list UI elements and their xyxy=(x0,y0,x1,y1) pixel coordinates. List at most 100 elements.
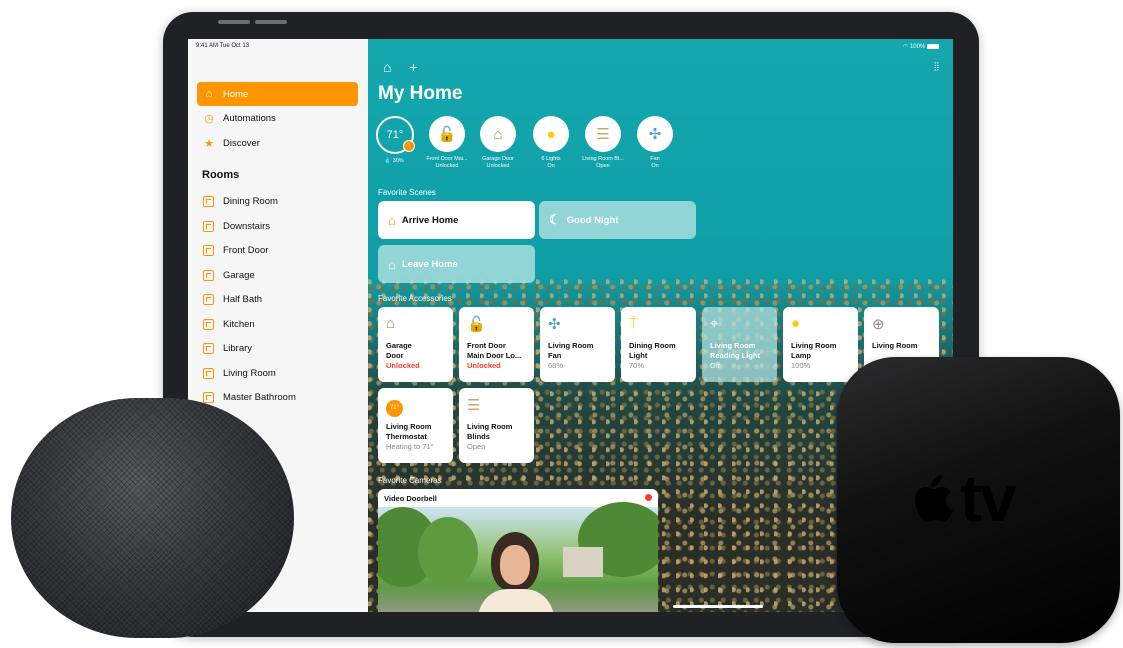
sidebar-item-label: Dining Room xyxy=(223,195,278,207)
scene-leave-home[interactable]: ⌂ Leave Home xyxy=(378,245,535,283)
floor-lamp-icon: ⍑ xyxy=(629,315,639,332)
add-icon[interactable]: + xyxy=(409,59,417,75)
scene-label: Arrive Home xyxy=(401,214,459,226)
accessory-name: Living Room xyxy=(710,341,756,350)
good-night-icon: ☾ xyxy=(549,212,561,227)
recording-indicator xyxy=(645,494,652,501)
accessory-name: Garage xyxy=(386,341,412,350)
blinds-icon: ☰ xyxy=(585,116,621,152)
status-value: Open xyxy=(596,163,610,169)
heating-badge: ↑ xyxy=(403,140,415,152)
rooms-heading: Rooms xyxy=(202,169,240,181)
accessory-tile[interactable]: ⌖ Living Room Reading Light Off xyxy=(702,307,777,382)
lights-status-button[interactable]: ● 6 Lights On xyxy=(533,116,569,170)
scene-good-night[interactable]: ☾ Good Night xyxy=(539,201,696,239)
climate-status-button[interactable]: 71° ↑ 💧 30% xyxy=(376,116,415,165)
status-label: Garage Door xyxy=(482,156,514,162)
status-label: Fan xyxy=(650,156,660,162)
sidebar-item-room[interactable]: Half Bath xyxy=(197,287,358,311)
lightbulb-icon: ● xyxy=(533,116,569,152)
sidebar-item-room[interactable]: Downstairs xyxy=(197,214,358,238)
sensor-icon: ⊕ xyxy=(872,316,885,333)
page-title: My Home xyxy=(378,83,463,104)
scene-label: Leave Home xyxy=(401,258,458,270)
accessory-status: Open xyxy=(467,442,486,451)
favorite-scenes-heading: Favorite Scenes xyxy=(378,188,436,197)
status-label: Front Door Mai... xyxy=(426,156,468,162)
accessory-tile[interactable]: 🔓 Front Door Main Door Lo... Unlocked xyxy=(459,307,534,382)
accessory-status: Heating to 71° xyxy=(386,442,434,451)
room-icon xyxy=(203,318,214,330)
sidebar-item-room[interactable]: Garage xyxy=(197,263,358,287)
sidebar-item-label: Half Bath xyxy=(223,293,263,305)
unlocked-padlock-icon: 🔓 xyxy=(467,316,486,333)
accessory-name: Blinds xyxy=(467,432,490,441)
lock-status-button[interactable]: 🔓 Front Door Mai... Unlocked xyxy=(426,116,468,170)
clock-icon: ◷ xyxy=(204,112,214,125)
accessory-name: Reading Light xyxy=(710,351,760,360)
thermostat-icon: 71° xyxy=(386,396,445,418)
scene-arrive-home[interactable]: ⌂ Arrive Home xyxy=(378,201,535,239)
blinds-status-button[interactable]: ☰ Living Room Bl... Open xyxy=(582,116,624,170)
volume-button xyxy=(218,20,250,24)
speaker-mesh xyxy=(11,398,294,638)
homepod-mini xyxy=(11,398,294,638)
status-bar: 9:41 AM Tue Oct 13 ◠ 100% xyxy=(188,39,953,53)
room-icon xyxy=(203,195,214,207)
room-icon xyxy=(203,342,214,354)
sidebar-item-home[interactable]: ⌂ Home xyxy=(197,82,358,106)
sidebar-item-automations[interactable]: ◷ Automations xyxy=(197,106,358,130)
sidebar-item-room[interactable]: Front Door xyxy=(197,238,358,262)
status-value: Unlocked xyxy=(435,163,459,169)
lightbulb-icon: ● xyxy=(791,315,801,332)
room-icon xyxy=(203,367,214,379)
accessory-tile[interactable]: ● Living Room Lamp 100% xyxy=(783,307,858,382)
accessory-status: 100% xyxy=(791,361,811,370)
accessory-name: Living Room xyxy=(791,341,837,350)
sidebar-item-room[interactable]: Dining Room xyxy=(197,189,358,213)
scene-label: Good Night xyxy=(566,214,619,226)
accessory-status: 68% xyxy=(548,361,564,370)
status-battery: ◠ 100% xyxy=(903,43,939,50)
apple-logo-icon xyxy=(910,464,954,522)
accessory-name: Living Room xyxy=(872,341,918,350)
accessory-tile[interactable]: ✣ Living Room Fan 68% xyxy=(540,307,615,382)
accessory-tile[interactable]: 71° Living Room Thermostat Heating to 71° xyxy=(378,388,453,463)
sidebar-item-label: Garage xyxy=(223,269,255,281)
accessory-status: Off xyxy=(710,361,720,370)
house xyxy=(563,547,603,577)
humidity-label: 💧 30% xyxy=(384,158,404,164)
tv-wordmark: tv xyxy=(960,461,1017,535)
sidebar-item-label: Kitchen xyxy=(223,318,255,330)
leave-home-icon: ⌂ xyxy=(388,256,396,272)
home-settings-icon[interactable]: ⌂ xyxy=(383,59,391,75)
status-label: Living Room Bl... xyxy=(582,156,624,162)
room-icon xyxy=(203,269,214,281)
camera-tile[interactable]: Video Doorbell xyxy=(378,489,658,612)
accessory-tile[interactable]: ⍑ Dining Room Light 70% xyxy=(621,307,696,382)
wifi-icon: ◠ xyxy=(903,44,909,50)
desk-lamp-icon: ⌖ xyxy=(710,315,719,332)
arrive-home-icon: ⌂ xyxy=(388,212,396,228)
humidity-value: 30% xyxy=(392,158,404,164)
sidebar-item-label: Automations xyxy=(223,112,276,124)
accessory-tile[interactable]: ⌂ Garage Door Unlocked xyxy=(378,307,453,382)
sidebar-item-label: Home xyxy=(223,88,249,100)
status-time: 9:41 AM Tue Oct 13 xyxy=(196,43,250,49)
accessory-name: Fan xyxy=(548,351,562,360)
accessory-tile[interactable]: ☰ Living Room Blinds Open xyxy=(459,388,534,463)
sidebar-item-label: Living Room xyxy=(223,367,276,379)
sidebar-item-discover[interactable]: ★ Discover xyxy=(197,131,358,155)
status-value: On xyxy=(651,163,659,169)
siri-waveform-icon[interactable]: ⦙⦙ xyxy=(934,61,939,74)
volume-button xyxy=(255,20,287,24)
sidebar-item-room[interactable]: Living Room xyxy=(197,361,358,385)
favorite-cameras-heading: Favorite Cameras xyxy=(378,476,442,485)
garage-status-button[interactable]: ⌂ Garage Door Unlocked xyxy=(480,116,516,170)
sidebar-item-room[interactable]: Library xyxy=(197,336,358,360)
fan-status-button[interactable]: ✣ Fan On xyxy=(637,116,673,170)
room-icon xyxy=(203,244,214,256)
sidebar-item-room[interactable]: Kitchen xyxy=(197,312,358,336)
fan-icon: ✣ xyxy=(548,316,561,333)
top-toolbar: ⌂ + xyxy=(383,59,418,75)
